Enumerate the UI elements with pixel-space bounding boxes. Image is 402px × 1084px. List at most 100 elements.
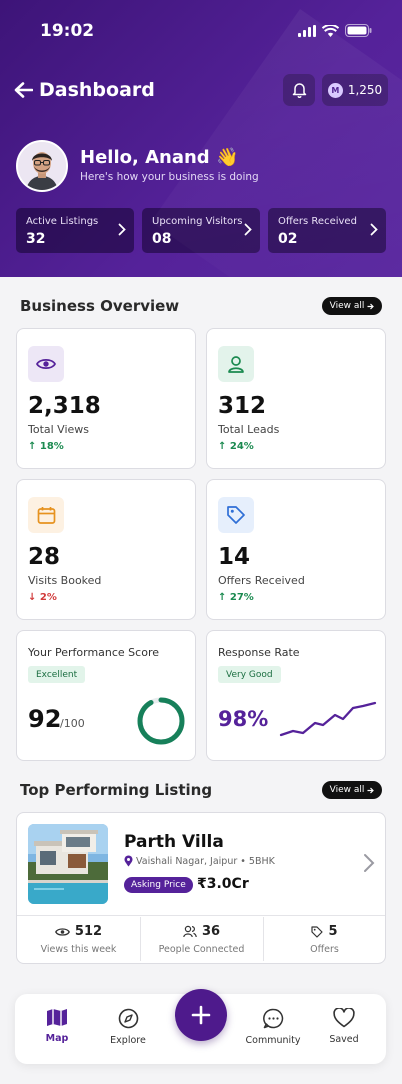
listing-name: Parth Villa <box>124 832 224 852</box>
tab-saved[interactable]: Saved <box>312 1008 376 1045</box>
metric-value: 312 <box>218 393 267 419</box>
top-listing-card[interactable]: Parth Villa Vaishali Nagar, Jaipur • 5BH… <box>16 812 386 964</box>
metric-card-views[interactable]: 2,318 Total Views ↑ 18% <box>16 328 196 469</box>
pill-label: Upcoming Visitors <box>152 216 243 227</box>
tab-map[interactable]: Map <box>25 1008 89 1044</box>
tag-icon <box>218 497 254 533</box>
response-title: Response Rate <box>218 646 300 659</box>
top-listing-view-all[interactable]: View all <box>322 781 382 799</box>
greeting-subtitle: Here's how your business is doing <box>80 171 259 183</box>
listing-stat-connected: 36 People Connected <box>140 915 263 963</box>
business-overview-title: Business Overview <box>20 297 180 315</box>
pill-upcoming-visitors[interactable]: Upcoming Visitors 08 <box>142 208 260 253</box>
pill-value: 32 <box>26 231 46 247</box>
coins-balance[interactable]: M 1,250 <box>322 74 388 106</box>
tab-community[interactable]: Community <box>241 1008 305 1046</box>
performance-tag: Excellent <box>28 666 86 683</box>
tab-label: Map <box>45 1033 69 1044</box>
stat-value: 512 <box>74 924 103 939</box>
compass-icon <box>118 1008 138 1029</box>
asking-price-badge: Asking Price <box>124 877 193 893</box>
performance-score-card[interactable]: Your Performance Score Excellent 92 /100 <box>16 630 196 761</box>
avatar-image <box>18 142 66 190</box>
hero-header: 19:02 Dashboard M 1,250 Hello, Anand 👋 H… <box>0 0 402 277</box>
stat-value-row: 512 <box>17 924 140 939</box>
coin-icon: M <box>327 82 343 98</box>
chevron-right-icon <box>244 223 252 236</box>
summary-pills: Active Listings 32 Upcoming Visitors 08 … <box>16 208 386 253</box>
eye-icon <box>54 927 70 936</box>
metric-card-leads[interactable]: 312 Total Leads ↑ 24% <box>206 328 386 469</box>
change-value: 2% <box>39 592 57 603</box>
chevron-right-icon[interactable] <box>363 853 375 873</box>
plus-icon <box>191 1005 211 1025</box>
listing-stat-offers: 5 Offers <box>263 915 386 963</box>
response-sparkline <box>279 701 377 737</box>
villa-image <box>28 824 108 904</box>
tab-explore[interactable]: Explore <box>96 1008 160 1046</box>
metric-card-visits[interactable]: 28 Visits Booked ↓ 2% <box>16 479 196 620</box>
arrow-right-icon <box>367 787 375 793</box>
status-bar: 19:02 <box>0 0 402 64</box>
pill-value: 08 <box>152 231 172 247</box>
pill-offers-received[interactable]: Offers Received 02 <box>268 208 386 253</box>
location-pin-icon <box>124 855 133 867</box>
back-button[interactable]: Dashboard <box>14 79 155 101</box>
view-all-label: View all <box>329 301 365 311</box>
metric-label: Offers Received <box>218 574 305 587</box>
business-overview-view-all[interactable]: View all <box>322 297 382 315</box>
chevron-right-icon <box>118 223 126 236</box>
performance-title: Your Performance Score <box>28 646 159 659</box>
tab-label: Saved <box>329 1034 359 1045</box>
arrow-left-icon <box>14 82 33 98</box>
score-ring <box>137 697 185 745</box>
arrow-right-icon <box>367 303 375 309</box>
metric-label: Visits Booked <box>28 574 102 587</box>
metric-value: 2,318 <box>28 393 101 419</box>
notifications-button[interactable] <box>283 74 315 106</box>
metric-value: 14 <box>218 544 251 570</box>
listing-price: ₹3.0Cr <box>197 876 249 892</box>
tab-label: Community <box>245 1035 301 1046</box>
eye-icon <box>28 346 64 382</box>
pill-value: 02 <box>278 231 298 247</box>
signal-icon <box>298 24 316 37</box>
metric-label: Total Views <box>28 423 90 436</box>
pill-active-listings[interactable]: Active Listings 32 <box>16 208 134 253</box>
performance-score: 92 <box>28 705 62 733</box>
pill-label: Offers Received <box>278 216 357 227</box>
add-button[interactable] <box>175 989 227 1041</box>
calendar-icon <box>28 497 64 533</box>
page-title: Dashboard <box>39 79 155 101</box>
metric-label: Total Leads <box>218 423 280 436</box>
status-icons <box>298 24 372 37</box>
heart-icon <box>333 1008 355 1028</box>
stat-label: Views this week <box>40 944 117 955</box>
response-tag: Very Good <box>218 666 281 683</box>
location-text: Vaishali Nagar, Jaipur • 5BHK <box>136 855 275 867</box>
battery-icon <box>345 24 372 37</box>
map-icon <box>47 1009 67 1026</box>
metric-card-offers[interactable]: 14 Offers Received ↑ 27% <box>206 479 386 620</box>
greeting-title: Hello, Anand 👋 <box>80 147 239 168</box>
stat-value: 36 <box>201 924 221 939</box>
metric-value: 28 <box>28 544 61 570</box>
response-rate-card[interactable]: Response Rate Very Good 98% <box>206 630 386 761</box>
stat-value-row: 5 <box>263 924 386 939</box>
change-value: 24% <box>229 441 254 452</box>
listing-stat-views: 512 Views this week <box>17 915 140 963</box>
top-bar: Dashboard M 1,250 <box>14 74 388 108</box>
avatar[interactable] <box>16 140 68 192</box>
score-ring-fill <box>137 697 185 745</box>
top-listing-title: Top Performing Listing <box>20 781 213 799</box>
chevron-right-icon <box>370 223 378 236</box>
stat-label: Offers <box>310 944 339 955</box>
tab-label: Explore <box>110 1035 146 1046</box>
wifi-icon <box>322 24 339 37</box>
people-icon <box>183 925 197 938</box>
listing-photo[interactable] <box>28 824 108 904</box>
change-value: 27% <box>229 592 254 603</box>
status-time: 19:02 <box>40 21 95 41</box>
tag-icon <box>311 925 324 938</box>
metric-change: ↑ 18% <box>28 441 64 452</box>
